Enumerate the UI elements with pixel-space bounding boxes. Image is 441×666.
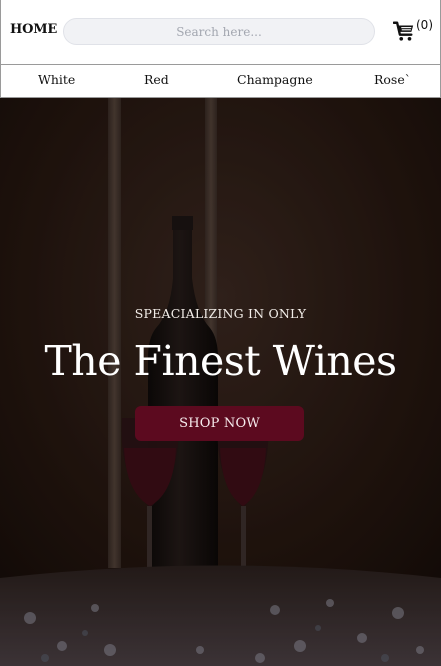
page: HOME (0) White Red Champagne Rose` (0, 0, 441, 666)
cart-button[interactable]: (0) (393, 18, 437, 44)
hero-title: The Finest Wines (44, 337, 397, 385)
hero-section: SPEACIALIZING IN ONLY The Finest Wines S… (0, 98, 441, 666)
shop-now-button[interactable]: SHOP NOW (135, 406, 304, 441)
header-bar: HOME (0) (0, 0, 441, 64)
category-nav: White Red Champagne Rose` (0, 64, 441, 98)
category-white[interactable]: White (38, 72, 75, 87)
home-link[interactable]: HOME (10, 22, 57, 37)
cart-count: (0) (416, 18, 433, 32)
search-input[interactable] (63, 18, 375, 45)
hero-kicker: SPEACIALIZING IN ONLY (134, 306, 307, 321)
category-rose[interactable]: Rose` (374, 72, 411, 87)
cart-icon (393, 21, 414, 41)
category-champagne[interactable]: Champagne (237, 72, 313, 87)
category-red[interactable]: Red (144, 72, 169, 87)
